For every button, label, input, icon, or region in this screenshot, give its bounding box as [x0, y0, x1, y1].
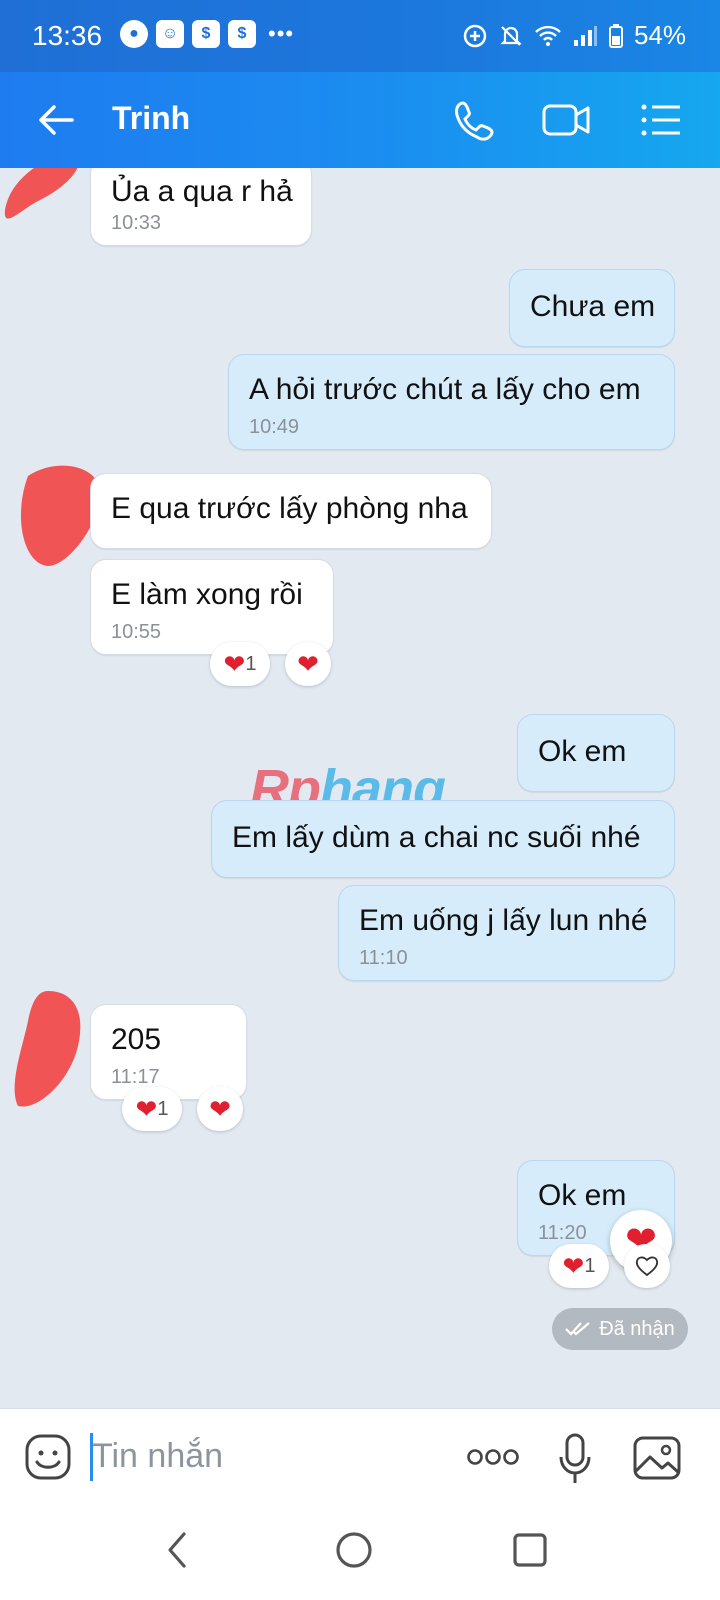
- message-text: E qua trước lấy phòng nha: [111, 492, 468, 525]
- video-call-icon[interactable]: [542, 98, 592, 142]
- microphone-icon[interactable]: [558, 1433, 592, 1485]
- contact-name[interactable]: Trinh: [112, 100, 190, 137]
- heart-icon: ❤: [223, 649, 246, 679]
- system-nav-bar: [0, 1508, 720, 1600]
- redacted-avatar: [14, 991, 81, 1107]
- message-time: 11:10: [359, 947, 408, 969]
- react-heart-button[interactable]: ❤: [285, 642, 331, 686]
- reaction-summary[interactable]: ❤ 1: [122, 1087, 182, 1131]
- sticker-icon[interactable]: [24, 1433, 72, 1481]
- message-input[interactable]: Tin nhắn: [92, 1437, 223, 1476]
- dollar-shield-icon: $: [192, 20, 220, 48]
- message-text: Em lấy dùm a chai nc suối nhé: [232, 821, 641, 854]
- react-heart-button[interactable]: [624, 1244, 670, 1288]
- battery-percent: 54%: [633, 20, 686, 50]
- double-check-icon: [565, 1322, 590, 1336]
- message-text: Em uống j lấy lun nhé: [359, 904, 648, 937]
- message-time: 10:55: [111, 621, 162, 643]
- status-time: 13:36: [32, 20, 103, 51]
- heart-icon: ❤: [297, 649, 319, 679]
- mute-icon: [500, 25, 522, 46]
- message-text: E làm xong rồi: [111, 578, 303, 611]
- react-heart-button[interactable]: ❤: [197, 1087, 243, 1131]
- notification-icons: ● ☺ $ $ •••: [120, 20, 294, 48]
- message-text: Ok em: [538, 735, 627, 768]
- wifi-icon: [535, 25, 561, 46]
- recents-nav-icon[interactable]: [512, 1532, 548, 1568]
- message-time: 11:20: [538, 1222, 587, 1244]
- more-dots-icon[interactable]: [466, 1447, 520, 1467]
- heart-outline-icon: [635, 1256, 659, 1277]
- heart-icon: ❤: [135, 1094, 158, 1124]
- back-nav-icon[interactable]: [162, 1530, 192, 1570]
- message-time: 11:17: [111, 1066, 160, 1088]
- message-bubble-incoming[interactable]: 205 11:17: [90, 1004, 247, 1100]
- redacted-avatar: [4, 168, 78, 219]
- dollar-shield-icon: $: [228, 20, 256, 48]
- reaction-summary[interactable]: ❤ 1: [549, 1244, 609, 1288]
- app-icon: ☺: [156, 20, 184, 48]
- chat-header: Trinh: [0, 72, 720, 168]
- heart-icon: ❤: [562, 1251, 585, 1281]
- reaction-count: 1: [245, 652, 257, 675]
- message-time: 10:49: [249, 416, 300, 438]
- reaction-count: 1: [584, 1254, 596, 1277]
- message-text: Ủa a qua r hả: [111, 175, 293, 208]
- message-text: Chưa em: [530, 290, 656, 323]
- message-bubble-incoming[interactable]: E qua trước lấy phòng nha: [90, 473, 492, 549]
- home-nav-icon[interactable]: [334, 1530, 374, 1570]
- image-icon[interactable]: [632, 1435, 682, 1481]
- reaction-count: 1: [157, 1097, 169, 1120]
- reaction-summary[interactable]: ❤ 1: [210, 642, 270, 686]
- delivery-status-text: Đã nhận: [599, 1317, 675, 1340]
- system-status: 54%: [462, 20, 686, 51]
- message-bubble-outgoing[interactable]: Chưa em: [509, 269, 675, 347]
- status-bar: 13:36 ● ☺ $ $ ••• 54%: [0, 0, 720, 72]
- message-text: A hỏi trước chút a lấy cho em: [249, 373, 641, 406]
- message-bubble-outgoing[interactable]: Em uống j lấy lun nhé 11:10: [338, 885, 675, 981]
- back-arrow-icon[interactable]: [34, 98, 78, 142]
- data-saver-icon: [463, 24, 487, 47]
- battery-icon: [608, 23, 623, 48]
- phone-icon[interactable]: [450, 98, 498, 142]
- message-bubble-outgoing[interactable]: A hỏi trước chút a lấy cho em 10:49: [228, 354, 675, 450]
- message-time: 10:33: [111, 212, 162, 234]
- more-notifications-icon: •••: [268, 21, 295, 46]
- signal-icon: [573, 25, 597, 46]
- message-list[interactable]: Ủa a qua r hả 10:33 Chưa em A hỏi trước …: [0, 168, 720, 1408]
- message-bubble-outgoing[interactable]: Ok em: [517, 714, 675, 792]
- message-bubble-incoming[interactable]: E làm xong rồi 10:55: [90, 559, 334, 655]
- heart-icon: ❤: [209, 1094, 231, 1124]
- message-bubble-outgoing[interactable]: Em lấy dùm a chai nc suối nhé: [211, 800, 675, 878]
- message-bubble-incoming[interactable]: Ủa a qua r hả 10:33: [90, 168, 312, 246]
- delivery-status-badge: Đã nhận: [552, 1308, 688, 1350]
- messenger-icon: ●: [120, 20, 148, 48]
- message-text: 205: [111, 1023, 162, 1056]
- message-composer: Tin nhắn: [0, 1408, 720, 1509]
- message-text: Ok em: [538, 1179, 627, 1212]
- menu-list-icon[interactable]: [638, 98, 686, 142]
